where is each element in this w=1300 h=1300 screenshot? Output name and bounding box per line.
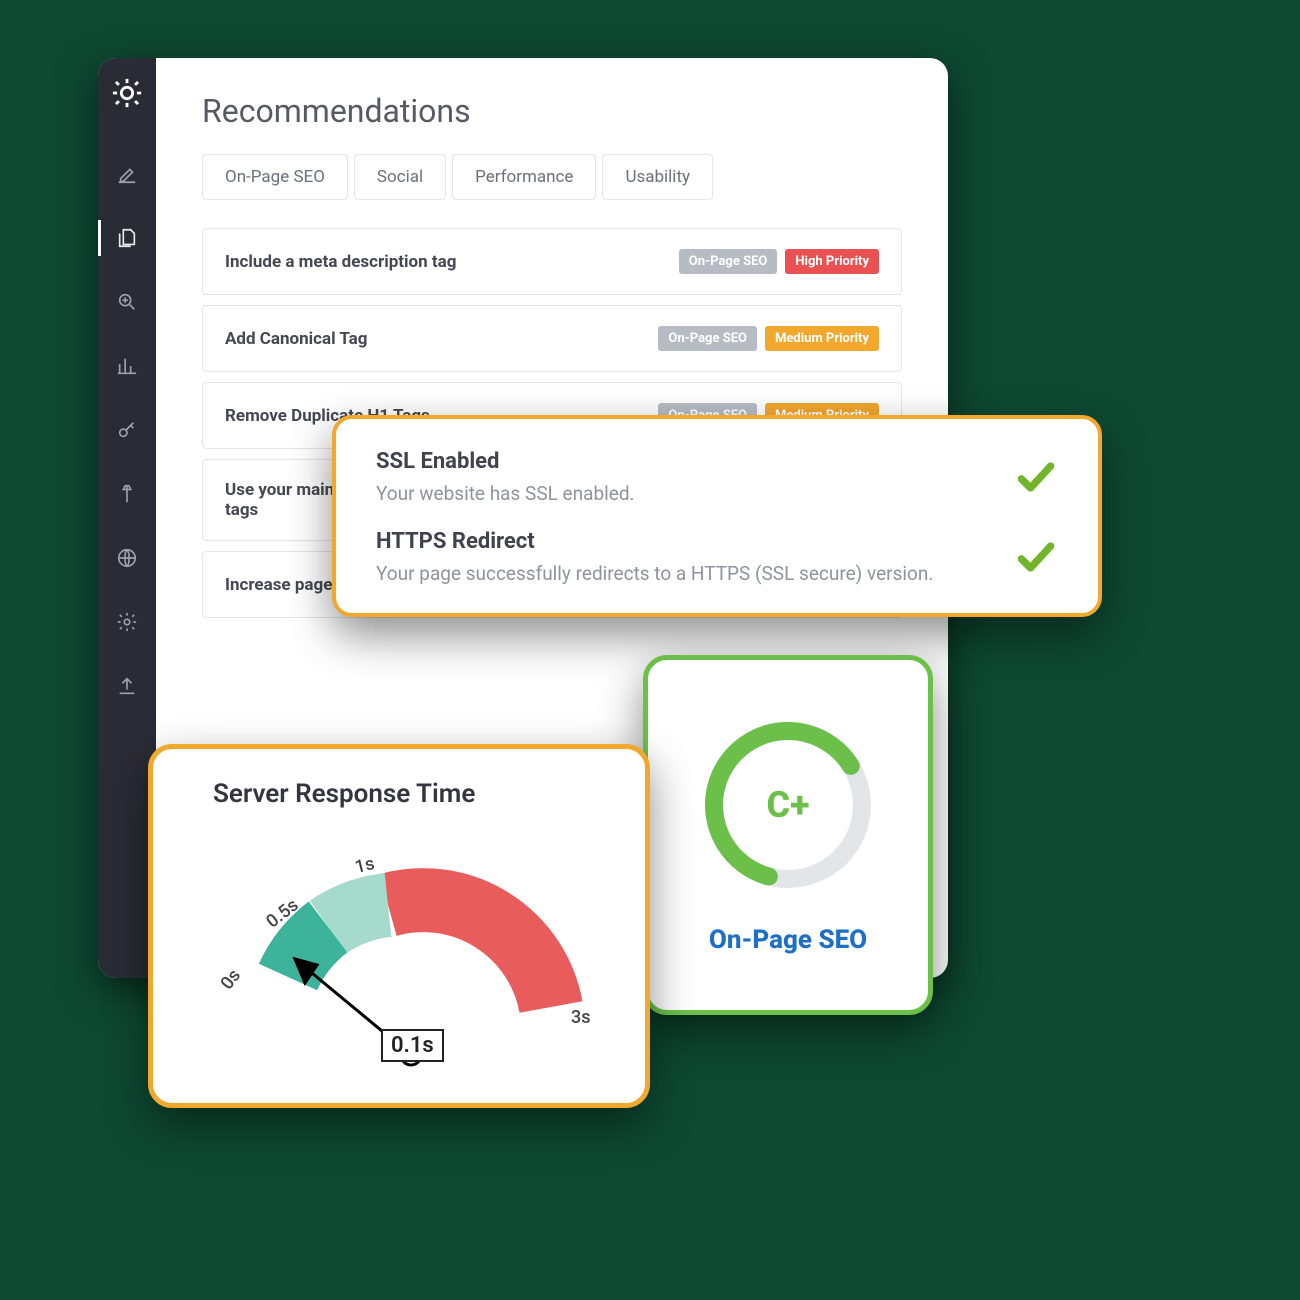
gauge-tick: 3s: [571, 1007, 591, 1028]
sidebar-item-keywords[interactable]: [98, 398, 156, 462]
checkmark-icon: [1014, 455, 1058, 499]
sidebar-item-web[interactable]: [98, 526, 156, 590]
sidebar-item-export[interactable]: [98, 654, 156, 718]
tabs: On-Page SEO Social Performance Usability: [202, 154, 902, 200]
key-icon: [116, 419, 138, 441]
sidebar-item-analytics[interactable]: [98, 334, 156, 398]
check-title: HTTPS Redirect: [376, 529, 933, 554]
recommendation-title: Include a meta description tag: [225, 252, 659, 272]
sidebar-item-edit[interactable]: [98, 142, 156, 206]
pages-icon: [116, 227, 138, 249]
tab-usability[interactable]: Usability: [602, 154, 713, 200]
score-label: On-Page SEO: [709, 925, 867, 955]
checkmark-icon: [1014, 535, 1058, 579]
check-row: SSL Enabled Your website has SSL enabled…: [376, 449, 1058, 505]
check-title: SSL Enabled: [376, 449, 635, 474]
priority-badge: Medium Priority: [765, 326, 879, 351]
globe-icon: [116, 547, 138, 569]
bar-chart-icon: [116, 355, 138, 377]
gauge-title: Server Response Time: [213, 779, 615, 809]
tab-social[interactable]: Social: [354, 154, 446, 200]
zoom-icon: [116, 291, 138, 313]
score-grade: C+: [698, 715, 878, 895]
gauge-chart: 0s 0.5s 1s 3s 0.1s: [183, 817, 615, 1087]
recommendation-row[interactable]: Add Canonical Tag On-Page SEO Medium Pri…: [202, 305, 902, 372]
sidebar-item-search[interactable]: [98, 270, 156, 334]
settings-icon: [116, 611, 138, 633]
sidebar-item-tools[interactable]: [98, 462, 156, 526]
recommendation-title: Add Canonical Tag: [225, 329, 638, 349]
category-badge: On-Page SEO: [679, 249, 778, 274]
upload-icon: [116, 675, 138, 697]
sidebar-item-settings[interactable]: [98, 590, 156, 654]
security-checks-card: SSL Enabled Your website has SSL enabled…: [332, 415, 1102, 617]
response-time-card: Server Response Time 0s 0.5s 1s 3s 0.1s: [148, 744, 650, 1108]
recommendation-row[interactable]: Include a meta description tag On-Page S…: [202, 228, 902, 295]
score-ring: C+: [698, 715, 878, 895]
sidebar-item-pages[interactable]: [98, 206, 156, 270]
tab-performance[interactable]: Performance: [452, 154, 596, 200]
category-badge: On-Page SEO: [658, 326, 757, 351]
priority-badge: High Priority: [785, 249, 879, 274]
check-desc: Your website has SSL enabled.: [376, 482, 635, 505]
edit-icon: [116, 163, 138, 185]
page-title: Recommendations: [202, 92, 902, 130]
score-card: C+ On-Page SEO: [643, 655, 933, 1015]
app-logo-icon: [110, 76, 144, 114]
gauge-value: 0.1s: [381, 1029, 444, 1062]
check-row: HTTPS Redirect Your page successfully re…: [376, 529, 1058, 585]
check-desc: Your page successfully redirects to a HT…: [376, 562, 933, 585]
hammer-icon: [116, 483, 138, 505]
tab-onpage-seo[interactable]: On-Page SEO: [202, 154, 348, 200]
